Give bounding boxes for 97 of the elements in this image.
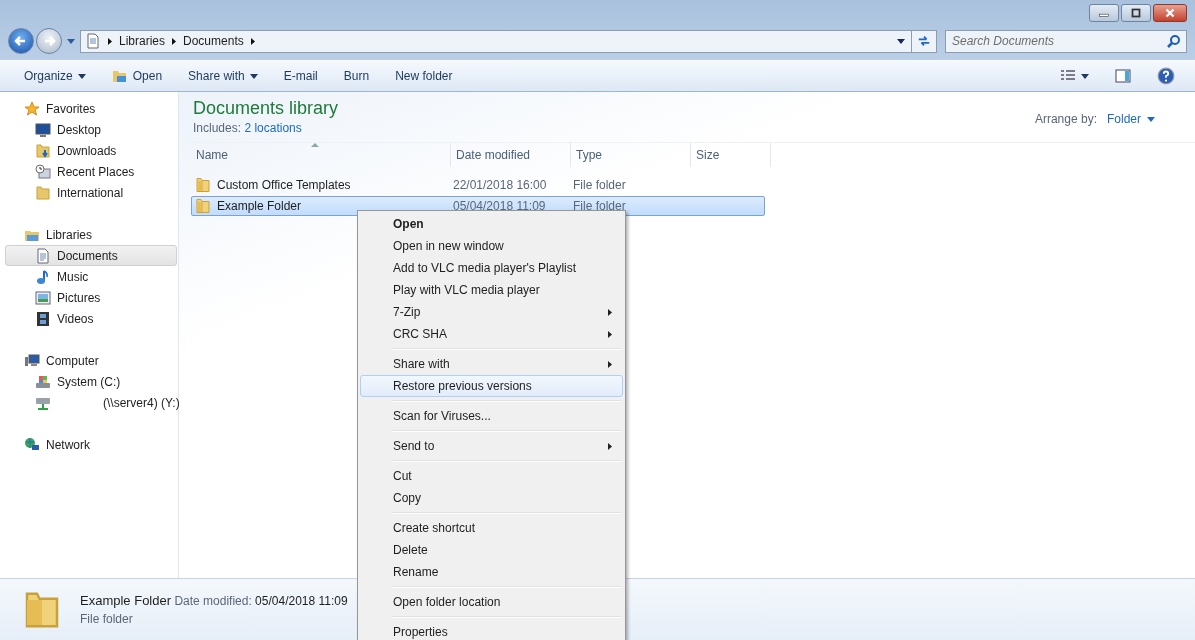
menu-item[interactable]: Send to [360,435,623,457]
search-field[interactable]: Search Documents [945,29,1187,53]
details-date-value: 05/04/2018 11:09 [255,594,348,608]
library-title: Documents library [193,98,339,119]
menu-item[interactable]: Add to VLC media player's Playlist [360,257,623,279]
toolbar-button[interactable]: Burn [333,66,380,86]
toolbar-button[interactable]: Organize [14,66,96,86]
toolbar-button[interactable]: Share with [178,66,268,86]
caret-icon [1147,116,1155,122]
preview-pane-icon [1115,68,1131,84]
picture-frame-icon [35,289,51,306]
drive-icon [35,373,51,390]
menu-item[interactable]: Scan for Viruses... [360,405,623,427]
menu-item[interactable]: Cut [360,465,623,487]
column-header[interactable]: Type [571,143,691,167]
file-name: Custom Office Templates [217,178,351,192]
address-bar[interactable]: Libraries Documents [80,29,912,53]
toolbar-button[interactable]: E-mail [273,66,328,86]
menu-item[interactable]: Open in new window [360,235,623,257]
menu-item[interactable]: Properties [360,621,623,640]
sidebar-item[interactable]: Downloads [5,140,177,161]
download-folder-icon [35,142,51,159]
sidebar-item[interactable]: System (C:) [5,371,177,392]
column-header[interactable]: Size [691,143,771,167]
menu-item[interactable]: 7-Zip [360,301,623,323]
menu-item[interactable]: Copy [360,487,623,509]
open-folder-icon [111,68,128,84]
close-button[interactable] [1153,4,1187,22]
folder-icon [195,198,211,214]
monitor-icon [35,121,51,138]
details-type: File folder [80,612,134,626]
maximize-icon [1129,8,1143,18]
file-type: File folder [573,178,626,192]
menu-item[interactable]: Create shortcut [360,517,623,539]
menu-item[interactable]: Share with [360,353,623,375]
refresh-button[interactable] [911,29,937,53]
menu-item[interactable]: CRC SHA [360,323,623,345]
folder-icon [35,184,51,201]
history-dropdown-icon[interactable] [67,38,75,44]
sidebar-item[interactable]: Videos [5,308,177,329]
breadcrumb-arrow-icon[interactable] [172,37,177,45]
menu-item[interactable]: Play with VLC media player [360,279,623,301]
document-icon [35,247,51,264]
close-icon [1163,8,1177,18]
back-button[interactable] [8,28,34,54]
file-row[interactable]: Custom Office Templates 22/01/2018 16:00 File folder [191,175,765,195]
arrange-by-dropdown[interactable]: Folder [1107,112,1155,126]
list-view-icon [1060,70,1076,82]
refresh-icon [917,34,931,48]
column-header[interactable]: Date modified [451,143,571,167]
sidebar-item[interactable]: Music [5,266,177,287]
details-date-label: Date modified: [174,594,252,608]
film-strip-icon [35,310,51,327]
search-icon[interactable] [1166,33,1182,50]
date-modified: 05/04/2018 11:09 [453,199,546,213]
sidebar-group[interactable]: Favorites [0,98,178,119]
dropdown-arrow-icon[interactable] [897,38,905,44]
sidebar-group[interactable]: Libraries [0,224,178,245]
file-name: Example Folder [217,199,302,213]
details-name: Example Folder [80,593,172,608]
breadcrumb-link[interactable]: Libraries [119,34,166,48]
menu-item[interactable]: Restore previous versions [360,375,623,397]
caret-icon [1081,73,1089,79]
sidebar-item[interactable]: International [5,182,177,203]
arrange-by-label: Arrange by: [1034,112,1097,126]
breadcrumb-arrow-icon[interactable] [250,37,255,45]
breadcrumb-arrow-icon[interactable] [108,37,112,45]
toolbar-button[interactable]: New folder [385,66,463,86]
sidebar-item[interactable]: Pictures [5,287,177,308]
sort-arrow-icon [311,143,319,147]
forward-button[interactable] [36,28,62,54]
sidebar-item[interactable]: Desktop [5,119,177,140]
menu-item[interactable]: Open folder location [360,591,623,613]
sidebar-item[interactable]: Recent Places [5,161,177,182]
network-globe-icon [24,436,40,453]
breadcrumb-link[interactable]: Documents [183,34,244,48]
star-icon [24,100,40,117]
document-icon [85,33,101,49]
locations-link[interactable]: 2 locations [244,121,302,135]
menu-item[interactable]: Open [360,213,623,235]
folder-icon [195,177,211,193]
help-icon [1157,67,1175,85]
column-header[interactable]: Name [191,143,451,167]
sidebar-group[interactable]: Computer [0,350,178,371]
computer-icon [24,352,40,369]
sidebar-group[interactable]: Network [0,434,178,455]
menu-item[interactable]: Rename [360,561,623,583]
sidebar-item[interactable]: Documents [5,245,177,266]
menu-item[interactable]: Delete [360,539,623,561]
includes-label: Includes: [193,121,242,135]
sidebar-item[interactable]: (\\server4) (Y:) [5,392,177,413]
music-note-icon [35,268,51,285]
maximize-button[interactable] [1121,4,1151,22]
file-type: File folder [573,199,626,213]
toolbar-button[interactable]: Open [101,65,173,87]
recent-places-icon [35,163,51,180]
date-modified: 22/01/2018 16:00 [453,178,547,192]
